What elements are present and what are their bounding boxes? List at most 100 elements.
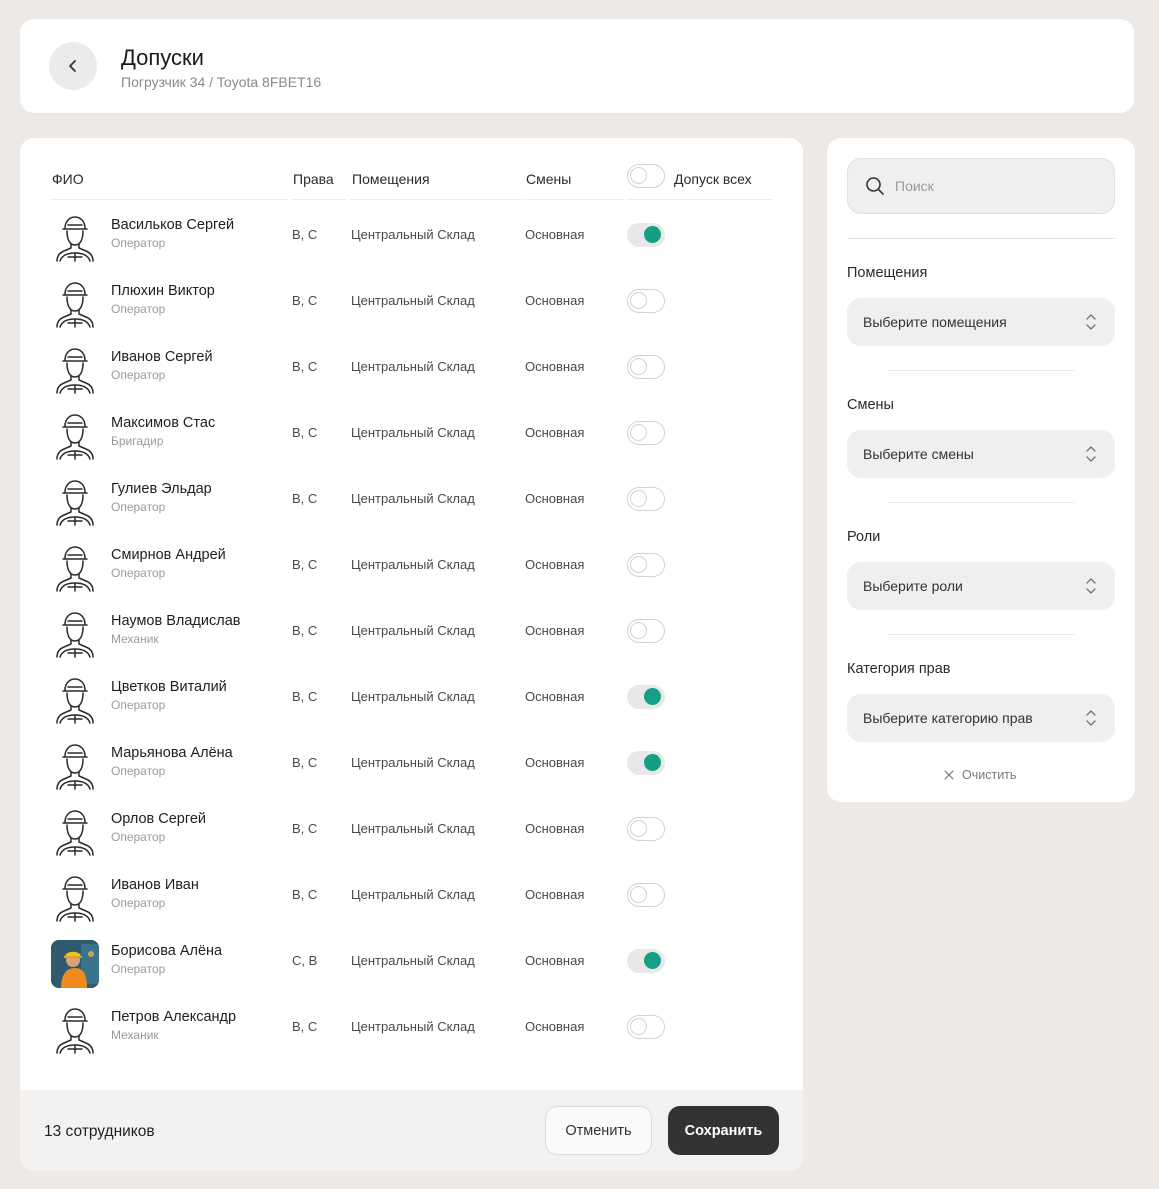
access-toggle[interactable] <box>627 223 665 247</box>
employee-room: Центральный Склад <box>351 557 475 572</box>
table-footer: 13 сотрудников Отменить Сохранить <box>20 1090 803 1171</box>
employee-rights: B, C <box>292 557 318 572</box>
employee-rights: B, C <box>292 227 318 242</box>
worker-avatar-icon <box>50 807 100 857</box>
employee-room: Центральный Склад <box>351 953 475 968</box>
employee-role: Механик <box>111 632 159 646</box>
employee-room: Центральный Склад <box>351 293 475 308</box>
employee-rights: C, B <box>292 953 318 968</box>
employee-name[interactable]: Петров Александр <box>111 1009 236 1025</box>
search-input[interactable] <box>895 173 1095 199</box>
table-row: Смирнов Андрей Оператор B, C Центральный… <box>20 534 803 600</box>
employee-name[interactable]: Смирнов Андрей <box>111 547 226 563</box>
employee-name[interactable]: Наумов Владислав <box>111 613 240 629</box>
employee-name[interactable]: Иванов Сергей <box>111 349 213 365</box>
employee-name[interactable]: Цветков Виталий <box>111 679 227 695</box>
clear-label: Очистить <box>962 768 1017 782</box>
employee-role: Оператор <box>111 236 166 250</box>
employee-shift: Основная <box>525 293 585 308</box>
employee-role: Механик <box>111 1028 159 1042</box>
employee-room: Центральный Склад <box>351 227 475 242</box>
back-button[interactable] <box>49 42 97 90</box>
employee-name[interactable]: Иванов Иван <box>111 877 199 893</box>
worker-avatar-icon <box>50 609 100 659</box>
shifts-select[interactable]: Выберите смены <box>847 430 1115 478</box>
page-subtitle: Погрузчик 34 / Toyota 8FBET16 <box>121 74 322 90</box>
employee-name[interactable]: Марьянова Алёна <box>111 745 233 761</box>
employee-rights: B, C <box>292 623 318 638</box>
access-toggle[interactable] <box>627 1015 665 1039</box>
chevron-left-icon <box>69 60 76 72</box>
employee-name[interactable]: Орлов Сергей <box>111 811 206 827</box>
chevron-up-down-icon <box>1086 314 1096 330</box>
access-toggle[interactable] <box>627 487 665 511</box>
access-toggle[interactable] <box>627 949 665 973</box>
page-title: Допуски <box>121 45 204 70</box>
table-row: Наумов Владислав Механик B, C Центральны… <box>20 600 803 666</box>
employee-room: Центральный Склад <box>351 755 475 770</box>
employee-name[interactable]: Плюхин Виктор <box>111 283 215 299</box>
toggle-knob <box>630 490 647 507</box>
toggle-knob <box>630 820 647 837</box>
rooms-label: Помещения <box>847 265 928 281</box>
access-toggle[interactable] <box>627 553 665 577</box>
employee-room: Центральный Склад <box>351 1019 475 1034</box>
column-header-shifts[interactable]: Смены <box>526 171 571 187</box>
column-header-rights[interactable]: Права <box>293 171 334 187</box>
save-button[interactable]: Сохранить <box>668 1106 779 1155</box>
access-toggle[interactable] <box>627 355 665 379</box>
toggle-knob <box>630 622 647 639</box>
column-header-rooms[interactable]: Помещения <box>352 171 430 187</box>
employee-role: Оператор <box>111 698 166 712</box>
header-divider <box>626 199 772 200</box>
allow-all-toggle[interactable] <box>627 164 665 188</box>
employee-name[interactable]: Гулиев Эльдар <box>111 481 212 497</box>
employee-shift: Основная <box>525 557 585 572</box>
employee-role: Оператор <box>111 764 166 778</box>
employee-shift: Основная <box>525 953 585 968</box>
divider <box>887 370 1075 371</box>
access-toggle[interactable] <box>627 685 665 709</box>
employee-name[interactable]: Васильков Сергей <box>111 217 234 233</box>
table-row: Орлов Сергей Оператор B, C Центральный С… <box>20 798 803 864</box>
employee-role: Оператор <box>111 896 166 910</box>
toggle-knob <box>644 754 661 771</box>
access-toggle[interactable] <box>627 751 665 775</box>
table-row: Иванов Иван Оператор B, C Центральный Ск… <box>20 864 803 930</box>
worker-avatar-icon <box>50 477 100 527</box>
access-toggle[interactable] <box>627 817 665 841</box>
cancel-button[interactable]: Отменить <box>545 1106 652 1155</box>
access-toggle[interactable] <box>627 619 665 643</box>
category-select[interactable]: Выберите категорию прав <box>847 694 1115 742</box>
column-header-name[interactable]: ФИО <box>52 171 84 187</box>
header-divider <box>50 199 288 200</box>
clear-filters-button[interactable]: Очистить <box>944 768 1016 782</box>
worker-avatar-icon <box>50 543 100 593</box>
toggle-knob <box>630 358 647 375</box>
rooms-select[interactable]: Выберите помещения <box>847 298 1115 346</box>
table-row: Иванов Сергей Оператор B, C Центральный … <box>20 336 803 402</box>
divider <box>887 502 1075 503</box>
access-toggle[interactable] <box>627 421 665 445</box>
employee-shift: Основная <box>525 689 585 704</box>
chevron-up-down-icon <box>1086 578 1096 594</box>
table-row: Гулиев Эльдар Оператор B, C Центральный … <box>20 468 803 534</box>
access-toggle[interactable] <box>627 289 665 313</box>
roles-select[interactable]: Выберите роли <box>847 562 1115 610</box>
employee-name[interactable]: Борисова Алёна <box>111 943 222 959</box>
close-icon <box>944 770 954 780</box>
access-toggle[interactable] <box>627 883 665 907</box>
employee-role: Оператор <box>111 302 166 316</box>
employee-rights: B, C <box>292 689 318 704</box>
employee-role: Оператор <box>111 962 166 976</box>
search-box[interactable] <box>847 158 1115 214</box>
employee-shift: Основная <box>525 821 585 836</box>
worker-avatar-icon <box>50 675 100 725</box>
employee-name[interactable]: Максимов Стас <box>111 415 215 431</box>
employee-rights: B, C <box>292 887 318 902</box>
employee-rights: B, C <box>292 293 318 308</box>
toggle-knob <box>630 424 647 441</box>
column-header-allow-all: Допуск всех <box>674 171 752 187</box>
worker-avatar-icon <box>50 279 100 329</box>
employee-shift: Основная <box>525 623 585 638</box>
